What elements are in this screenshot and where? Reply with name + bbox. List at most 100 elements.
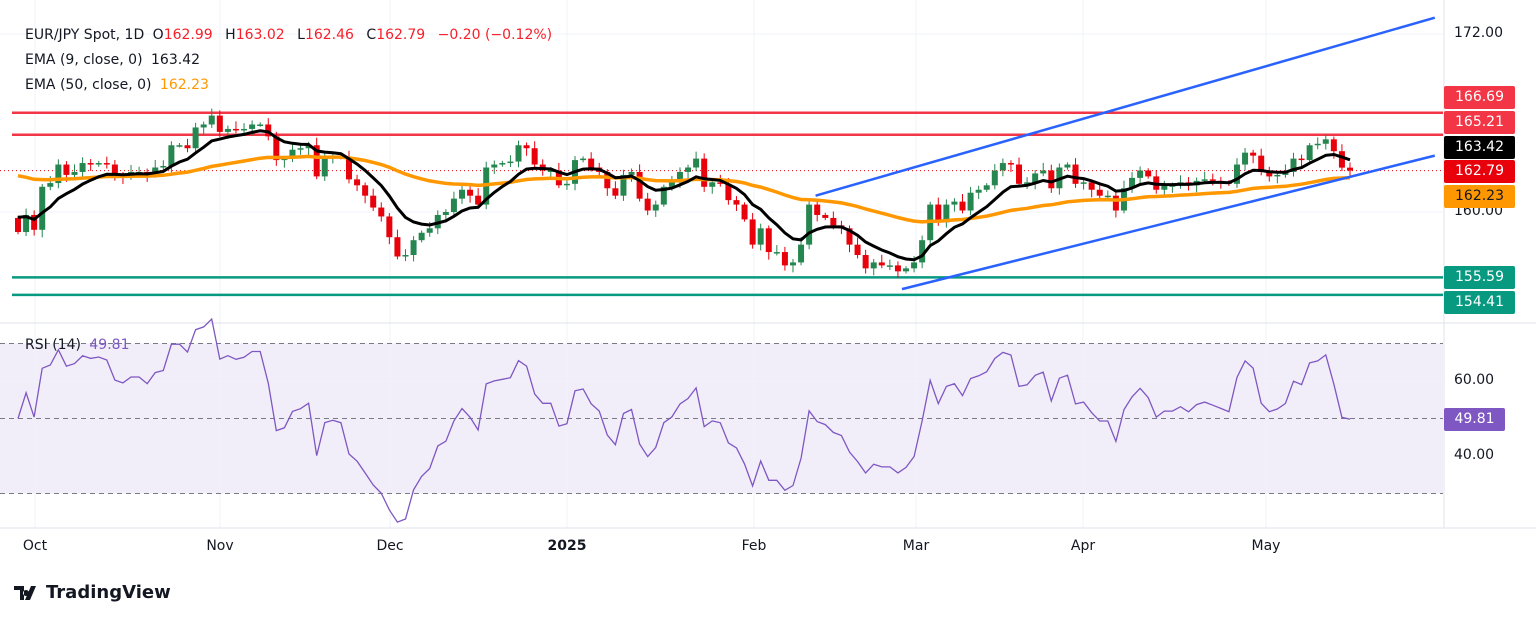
candle-body	[1306, 145, 1313, 161]
ema50-label: EMA (50, close, 0)	[25, 77, 152, 93]
candle-body	[467, 189, 474, 196]
candle-body	[652, 204, 659, 211]
candle-body	[531, 148, 538, 165]
candle-body	[951, 201, 958, 205]
time-label: Apr	[1070, 538, 1096, 554]
candle-body	[894, 265, 901, 272]
candle-body	[1298, 158, 1305, 161]
resistance-1-tag: 166.69	[1444, 86, 1515, 109]
time-label: Nov	[206, 538, 234, 554]
ema9-label: EMA (9, close, 0)	[25, 52, 143, 68]
candle-body	[184, 145, 191, 149]
candle-body	[903, 268, 909, 272]
candle-body	[1330, 139, 1337, 152]
candle-body	[257, 124, 264, 126]
candle-body	[1274, 174, 1281, 177]
tradingview-logo[interactable]: TradingView	[14, 582, 171, 603]
candle-body	[636, 171, 643, 199]
ohlc-low: L162.46	[297, 27, 358, 43]
candle-body	[1096, 189, 1103, 196]
close-value: 162.79	[376, 27, 426, 43]
candle-body	[628, 171, 635, 175]
high-value: 163.02	[235, 27, 285, 43]
candle-body	[71, 171, 78, 175]
candle-body	[862, 255, 869, 269]
candle-body	[999, 163, 1006, 171]
price-tick: 172.00	[1454, 25, 1503, 41]
candle-body	[781, 252, 788, 266]
candle-body	[1072, 164, 1079, 184]
close-label: C	[366, 27, 377, 43]
channel-lower-trendline	[901, 154, 1436, 291]
candle-body	[15, 217, 21, 233]
candle-body	[499, 163, 506, 165]
candle-body	[386, 216, 393, 238]
candle-body	[200, 124, 207, 128]
candle-body	[878, 262, 885, 266]
candle-body	[741, 204, 748, 220]
candle-body	[983, 185, 990, 190]
candle-body	[79, 163, 86, 172]
candle-body	[168, 145, 175, 167]
candle-body	[1007, 163, 1014, 165]
candle-body	[1104, 195, 1111, 198]
high-label: H	[225, 27, 236, 43]
open-value: 162.99	[163, 27, 213, 43]
candle-body	[789, 262, 796, 266]
price-chart[interactable]	[0, 0, 1536, 617]
candle-body	[701, 158, 708, 187]
candle-body	[854, 244, 861, 256]
candle-body	[798, 244, 805, 263]
candle-body	[773, 252, 780, 254]
candle-body	[160, 166, 167, 168]
time-label: Dec	[376, 538, 404, 554]
rsi-value: 49.81	[89, 337, 130, 353]
candle-body	[362, 185, 369, 196]
candle-body	[1040, 170, 1047, 174]
candle-body	[95, 163, 102, 165]
candle-body	[822, 214, 829, 218]
candle-body	[733, 200, 740, 205]
ema50-legend: EMA (50, close, 0) 162.23	[25, 77, 213, 93]
ema9-legend: EMA (9, close, 0) 163.42	[25, 52, 204, 68]
candle-body	[814, 204, 821, 215]
candle-body	[491, 164, 498, 168]
candle-body	[1242, 152, 1249, 165]
candle-body	[176, 145, 183, 147]
candle-body	[1088, 182, 1095, 190]
candle-body	[459, 189, 465, 199]
candle-body	[709, 182, 716, 187]
candle-body	[806, 204, 813, 245]
candle-body	[1112, 195, 1119, 211]
candle-body	[830, 217, 837, 226]
candle-body	[192, 127, 199, 149]
ema50-value: 162.23	[159, 77, 209, 93]
candle-body	[588, 158, 595, 168]
ohlc-open: O162.99	[153, 27, 217, 43]
rsi-label: RSI (14)	[25, 337, 81, 353]
candle-body	[370, 195, 377, 208]
candle-body	[523, 145, 530, 149]
brand-name: TradingView	[46, 582, 171, 603]
ema50-tag: 162.23	[1444, 185, 1515, 208]
candle-body	[870, 262, 877, 269]
candle-body	[418, 232, 425, 241]
candle-body	[450, 198, 457, 212]
candle-body	[63, 164, 70, 175]
candle-body	[612, 188, 619, 196]
symbol-legend: EUR/JPY Spot, 1D O162.99 H163.02 L162.46…	[25, 27, 556, 43]
open-label: O	[152, 27, 164, 43]
candle-body	[959, 201, 966, 211]
candle-body	[249, 124, 256, 129]
change-value: −0.20 (−0.12%)	[437, 27, 553, 43]
ohlc-close: C162.79	[366, 27, 429, 43]
candle-body	[103, 163, 110, 165]
support-2-tag: 154.41	[1444, 291, 1515, 314]
candle-body	[87, 163, 94, 165]
candle-body	[1048, 170, 1055, 189]
candle-body	[991, 170, 998, 186]
candle-body	[39, 186, 46, 230]
candle-body	[1145, 170, 1152, 177]
rsi-tag: 49.81	[1444, 408, 1505, 431]
support-1-tag: 155.59	[1444, 266, 1515, 289]
